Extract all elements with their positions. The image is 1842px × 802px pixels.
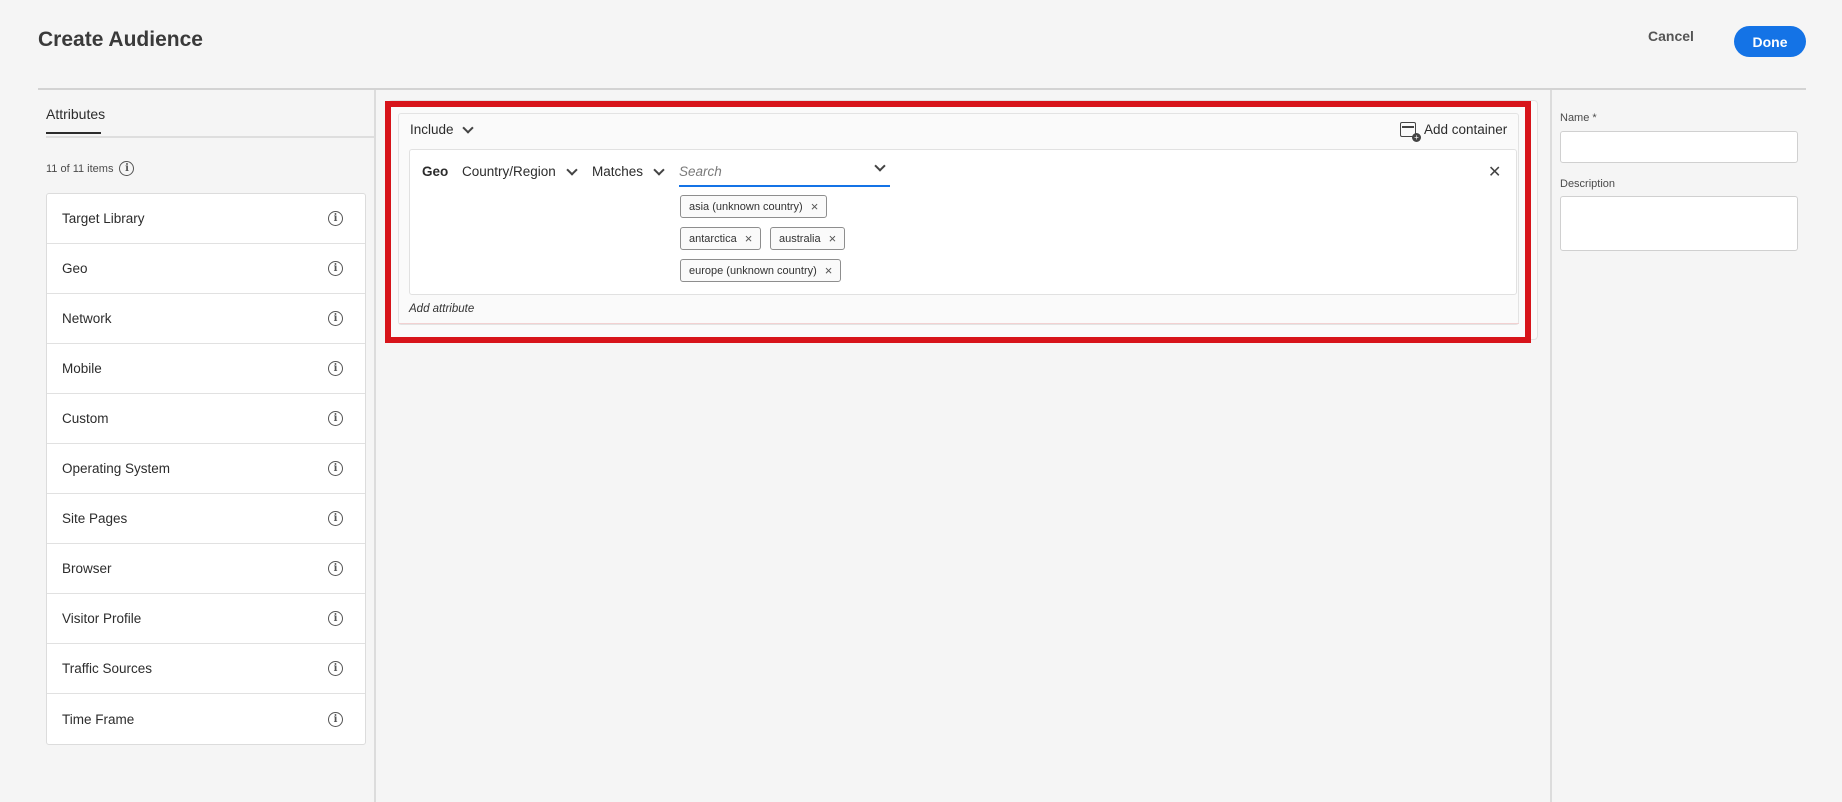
done-button[interactable]: Done	[1734, 26, 1806, 57]
attribute-list: Target Library i Geo i Network i Mobile i Cu…	[46, 193, 366, 745]
attribute-item-visitor-profile[interactable]: Visitor Profile i	[47, 594, 365, 644]
value-search-input[interactable]	[679, 164, 859, 179]
add-container-button[interactable]: Add container	[1400, 122, 1508, 142]
items-count-text: 11 of 11 items	[46, 162, 114, 175]
attribute-item-mobile[interactable]: Mobile i	[47, 344, 365, 394]
attribute-item-traffic-sources[interactable]: Traffic Sources i	[47, 644, 365, 694]
value-tag-label: asia (unknown country)	[689, 200, 803, 213]
info-icon[interactable]: i	[328, 511, 343, 526]
attribute-label: Visitor Profile	[62, 611, 142, 626]
tab-divider	[46, 136, 374, 138]
info-icon[interactable]: i	[328, 661, 343, 676]
cancel-button[interactable]: Cancel	[1648, 28, 1694, 44]
value-tag-label: australia	[779, 232, 821, 245]
attribute-label: Mobile	[62, 361, 102, 376]
page-title: Create Audience	[38, 28, 203, 51]
attribute-item-geo[interactable]: Geo i	[47, 244, 365, 294]
add-attribute-link[interactable]: Add attribute	[409, 303, 474, 315]
value-tag-label: antarctica	[689, 232, 737, 245]
operator-dropdown[interactable]: Matches	[592, 163, 665, 179]
attribute-label: Custom	[62, 411, 109, 426]
attribute-label: Browser	[62, 561, 112, 576]
drop-zone-divider	[399, 323, 1519, 324]
value-tag: australia ×	[770, 227, 846, 250]
attribute-label: Operating System	[62, 461, 171, 476]
info-icon[interactable]: i	[328, 711, 343, 727]
attribute-item-operating-system[interactable]: Operating System i	[47, 444, 365, 494]
attribute-item-time-frame[interactable]: Time Frame i	[47, 694, 365, 744]
attribute-label: Time Frame	[62, 711, 135, 727]
chevron-down-icon	[461, 121, 474, 134]
add-container-icon	[1400, 122, 1421, 142]
attribute-label: Site Pages	[62, 511, 128, 526]
right-panel-divider	[1550, 90, 1552, 802]
attribute-item-custom[interactable]: Custom i	[47, 394, 365, 444]
info-icon[interactable]: i	[328, 561, 343, 576]
info-icon[interactable]: i	[328, 361, 343, 376]
header-divider	[38, 88, 1806, 90]
description-field-label: Description	[1560, 178, 1616, 190]
value-tag: europe (unknown country) ×	[680, 259, 842, 282]
description-field[interactable]	[1560, 196, 1798, 251]
close-icon[interactable]: ×	[825, 263, 833, 278]
items-count: 11 of 11 items i	[46, 161, 135, 176]
attribute-label: Geo	[62, 261, 88, 276]
info-icon[interactable]: i	[328, 261, 343, 276]
close-icon[interactable]: ×	[829, 231, 837, 246]
attribute-item-target-library[interactable]: Target Library i	[47, 194, 365, 244]
name-field[interactable]	[1560, 131, 1798, 163]
chevron-down-icon	[653, 163, 665, 176]
attribute-item-site-pages[interactable]: Site Pages i	[47, 494, 365, 544]
attribute-item-browser[interactable]: Browser i	[47, 544, 365, 594]
info-icon[interactable]: i	[328, 411, 343, 426]
info-icon[interactable]: i	[119, 161, 135, 176]
field-dropdown[interactable]: Country/Region	[462, 163, 578, 179]
info-icon[interactable]: i	[328, 611, 343, 626]
attribute-label: Target Library	[62, 211, 145, 226]
attribute-label: Network	[62, 311, 112, 326]
info-icon[interactable]: i	[328, 311, 343, 326]
close-icon[interactable]: ×	[745, 231, 753, 246]
value-search-combobox[interactable]	[679, 158, 890, 187]
add-container-label: Add container	[1424, 122, 1508, 137]
include-label: Include	[410, 122, 454, 137]
value-tag-label: europe (unknown country)	[689, 264, 817, 277]
name-field-label: Name *	[1560, 112, 1597, 124]
info-icon[interactable]: i	[328, 211, 343, 226]
chevron-down-icon	[566, 163, 578, 176]
attribute-label: Traffic Sources	[62, 661, 153, 676]
include-dropdown[interactable]: Include	[410, 121, 474, 137]
chevron-down-icon[interactable]	[874, 160, 886, 172]
value-tag: antarctica ×	[680, 227, 762, 250]
attribute-item-network[interactable]: Network i	[47, 294, 365, 344]
tab-attributes[interactable]: Attributes	[46, 106, 105, 134]
operator-dropdown-label: Matches	[592, 164, 644, 179]
close-icon[interactable]: ×	[811, 199, 819, 214]
field-dropdown-label: Country/Region	[462, 164, 556, 179]
remove-rule-close-icon[interactable]: ✕	[1488, 162, 1501, 182]
left-panel-divider	[374, 90, 376, 802]
value-tag: asia (unknown country) ×	[680, 195, 828, 218]
info-icon[interactable]: i	[328, 461, 343, 476]
rule-attribute-label: Geo	[422, 164, 449, 179]
